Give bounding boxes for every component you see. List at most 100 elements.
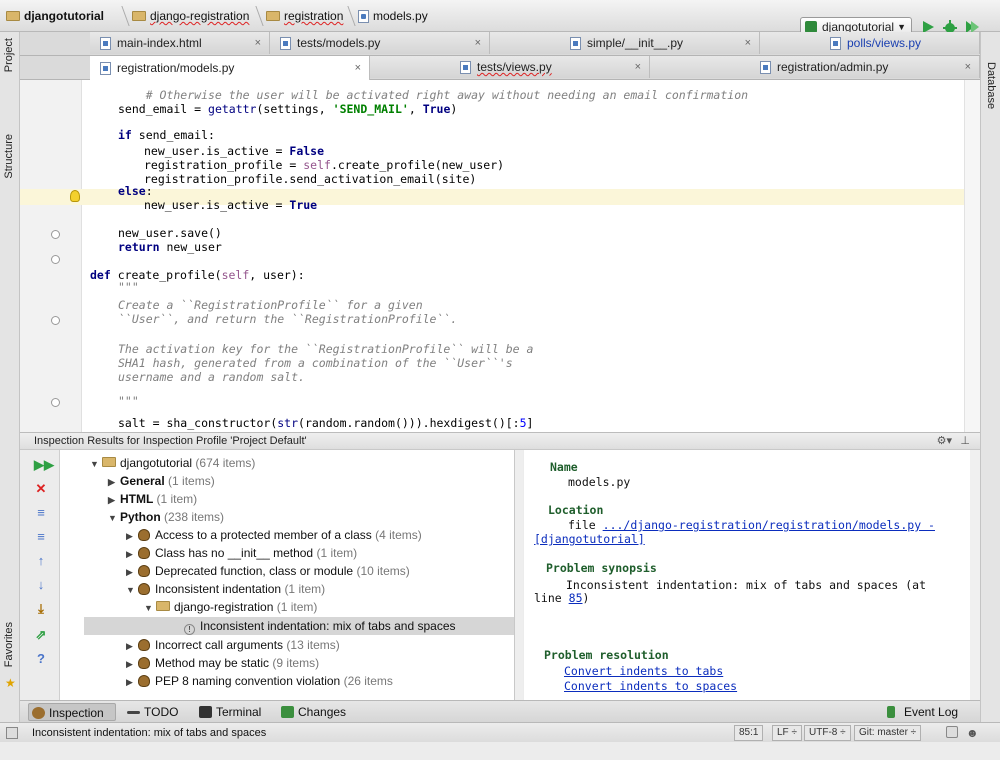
caret-position[interactable]: 85:1	[734, 725, 764, 741]
tree-node[interactable]: ▶ Method may be static (9 items)	[126, 654, 319, 672]
folder-icon	[6, 11, 20, 21]
file-encoding[interactable]: UTF-8 ÷	[804, 725, 851, 741]
tree-node-count: (1 item)	[284, 582, 326, 596]
close-icon[interactable]: ✕	[34, 482, 48, 496]
tab-tests-models[interactable]: tests/models.py ×	[270, 32, 490, 54]
line-separator[interactable]: LF ÷	[772, 725, 802, 741]
fold-icon[interactable]	[51, 230, 60, 239]
tool-window-bar: Inspection TODO Terminal Changes Event L…	[20, 700, 980, 722]
inspection-tree[interactable]: ▼ djangotutorial (674 items) ▶ General (1 …	[60, 450, 515, 700]
left-tool-strip: Project Structure Favorites ★	[0, 32, 20, 722]
tree-node[interactable]: ▼ djangotutorial (674 items)	[90, 454, 255, 472]
tree-node-label: djangotutorial	[120, 456, 193, 470]
rerun-icon[interactable]: ▶▶	[34, 458, 54, 472]
convert-to-tabs-link[interactable]: Convert indents to tabs	[564, 664, 723, 678]
tab-registration-admin[interactable]: registration/admin.py ×	[650, 56, 980, 78]
breadcrumb-separator	[114, 6, 130, 26]
tab-main-index[interactable]: main-index.html ×	[90, 32, 270, 54]
tab-label: simple/__init__.py	[587, 36, 684, 50]
folder-icon	[156, 601, 170, 611]
inspection-icon	[138, 565, 150, 577]
problem-icon: !	[184, 624, 195, 635]
tree-node[interactable]: ▼ django-registration (1 item)	[144, 598, 317, 616]
project-tool-button[interactable]: Project	[3, 38, 15, 72]
tree-scrollbar[interactable]	[515, 450, 523, 700]
tab-changes[interactable]: Changes	[278, 703, 346, 721]
detail-scrollbar[interactable]	[970, 450, 980, 700]
export-icon[interactable]: ⤓	[34, 602, 48, 616]
close-icon[interactable]: ×	[745, 37, 751, 49]
edit-settings-icon[interactable]: ⇗	[34, 628, 48, 642]
structure-tool-button[interactable]: Structure	[3, 134, 15, 179]
inspector-icon[interactable]: ☻	[966, 726, 980, 740]
tree-node[interactable]: ▶ Deprecated function, class or module (1…	[126, 562, 410, 580]
tree-node-selected[interactable]: ! Inconsistent indentation: mix of tabs a…	[84, 617, 514, 635]
inspection-icon	[138, 639, 150, 651]
status-bar: Inconsistent indentation: mix of tabs an…	[0, 722, 1000, 742]
tab-label: main-index.html	[117, 36, 202, 50]
next-icon[interactable]: ↓	[34, 578, 48, 592]
lock-icon[interactable]	[946, 726, 958, 738]
tree-node-label: Method may be static	[155, 656, 270, 670]
code-editor[interactable]: # Otherwise the user will be activated r…	[20, 80, 980, 432]
tab-label: Inspection	[49, 706, 104, 720]
tab-tests-views[interactable]: tests/views.py ×	[370, 56, 650, 78]
previous-icon[interactable]: ↑	[34, 554, 48, 568]
favorites-tool-button[interactable]: Favorites	[3, 622, 15, 667]
convert-to-spaces-link[interactable]: Convert indents to spaces	[564, 679, 737, 693]
fold-icon[interactable]	[51, 255, 60, 264]
status-message: Inconsistent indentation: mix of tabs an…	[32, 727, 267, 739]
inspection-icon	[138, 675, 150, 687]
name-value: models.py	[568, 475, 631, 489]
tab-label: tests/models.py	[297, 36, 381, 50]
tree-node[interactable]: ▶ Incorrect call arguments (13 items)	[126, 636, 340, 654]
close-icon[interactable]: ×	[355, 62, 361, 74]
tab-inspection[interactable]: Inspection	[28, 703, 116, 721]
tree-node[interactable]: ▶ HTML (1 item)	[108, 490, 197, 508]
editor-scrollbar[interactable]	[964, 80, 980, 432]
database-tool-button[interactable]: Database	[985, 62, 997, 109]
tab-terminal[interactable]: Terminal	[196, 703, 261, 721]
code-content[interactable]: # Otherwise the user will be activated r…	[90, 80, 960, 432]
tree-node[interactable]: ▶ Access to a protected member of a class…	[126, 526, 422, 544]
breadcrumb-package[interactable]: registration	[266, 7, 343, 25]
breadcrumb-file[interactable]: models.py	[358, 7, 428, 25]
tab-polls-views[interactable]: polls/views.py	[760, 32, 980, 54]
vcs-branch[interactable]: Git: master ÷	[854, 725, 922, 741]
tree-node[interactable]: ▶ Class has no __init__ method (1 item)	[126, 544, 357, 562]
fold-icon[interactable]	[51, 316, 60, 325]
close-icon[interactable]: ×	[965, 61, 971, 73]
help-icon[interactable]: ?	[34, 652, 48, 666]
resolution-heading: Problem resolution	[544, 648, 669, 662]
close-icon[interactable]: ×	[255, 37, 261, 49]
close-icon[interactable]: ×	[475, 37, 481, 49]
tab-todo[interactable]: TODO	[124, 703, 178, 721]
project-link[interactable]: [djangotutorial]	[534, 532, 645, 546]
tab-label: registration/models.py	[117, 61, 235, 75]
expand-all-icon[interactable]: ≡	[34, 506, 48, 520]
gear-icon[interactable]: ⚙▾	[937, 433, 952, 450]
tab-event-log[interactable]: Event Log	[884, 703, 958, 721]
breadcrumb-module[interactable]: django-registration	[132, 7, 249, 25]
tool-windows-icon[interactable]	[6, 727, 18, 739]
line-link[interactable]: 85	[569, 591, 583, 605]
breadcrumb-project[interactable]: djangotutorial	[6, 7, 104, 25]
synopsis-text: Inconsistent indentation: mix of tabs an…	[566, 578, 927, 592]
tree-node-count: (10 items)	[356, 564, 410, 578]
tree-node[interactable]: ▶ PEP 8 naming convention violation (26 i…	[126, 672, 393, 690]
synopsis-line-prefix: line	[534, 591, 562, 605]
tab-registration-models[interactable]: registration/models.py ×	[90, 56, 370, 80]
hide-icon[interactable]: ⊥	[960, 433, 970, 450]
collapse-all-icon[interactable]: ≡	[34, 530, 48, 544]
inspection-title-bar: Inspection Results for Inspection Profil…	[20, 432, 980, 450]
close-icon[interactable]: ×	[635, 61, 641, 73]
tree-node[interactable]: ▼ Inconsistent indentation (1 item)	[126, 580, 325, 598]
inspection-icon	[138, 547, 150, 559]
tree-node[interactable]: ▶ General (1 items)	[108, 472, 215, 490]
location-link[interactable]: .../django-registration/registration/mod…	[603, 518, 935, 532]
fold-icon[interactable]	[51, 398, 60, 407]
tab-simple-init[interactable]: simple/__init__.py ×	[490, 32, 760, 54]
tree-node[interactable]: ▼ Python (238 items)	[108, 508, 224, 526]
lightbulb-icon[interactable]	[70, 190, 80, 202]
tree-node-label: Python	[120, 510, 161, 524]
